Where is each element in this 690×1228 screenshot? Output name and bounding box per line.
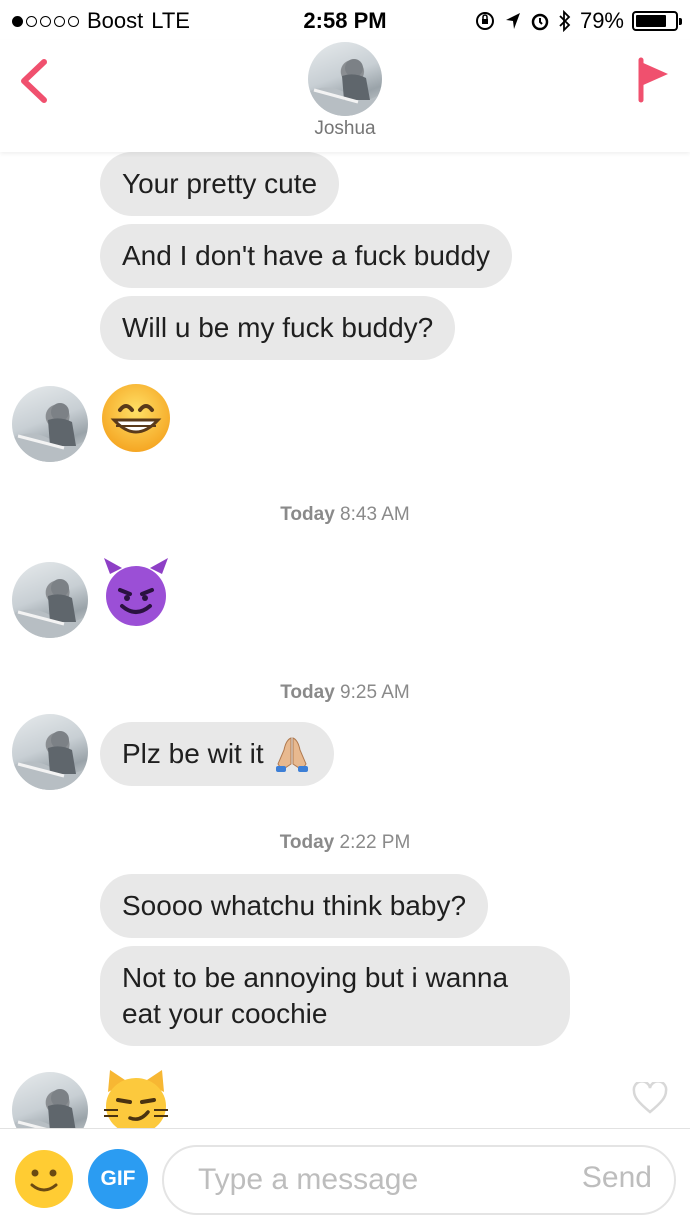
battery-icon [632, 11, 682, 31]
contact-name[interactable]: Joshua [0, 118, 690, 140]
smirking-cat-emoji[interactable] [100, 1066, 172, 1128]
back-button[interactable] [14, 56, 54, 106]
message-input-container[interactable]: Send [162, 1145, 676, 1215]
bluetooth-icon [559, 10, 571, 32]
alarm-icon [531, 13, 549, 31]
battery-percentage: 79% [579, 8, 624, 33]
message-bubble[interactable]: Plz be wit it [100, 722, 334, 786]
message-list[interactable]: Your pretty cute And I don't have a fuck… [0, 152, 690, 1128]
like-heart-icon[interactable] [632, 1082, 668, 1114]
message-text: Soooo whatchu think baby? [122, 890, 467, 921]
send-button[interactable]: Send [582, 1161, 652, 1195]
message-text: Plz be wit it [122, 738, 264, 769]
timestamp: Today 9:25 AM [0, 682, 690, 704]
message-text: And I don't have a fuck buddy [122, 240, 491, 271]
gif-button[interactable]: GIF [88, 1149, 148, 1209]
sender-avatar[interactable] [12, 562, 88, 638]
timestamp-day: Today [280, 504, 335, 525]
folded-hands-emoji [275, 737, 308, 772]
timestamp-time: 9:25 AM [340, 682, 410, 703]
report-button[interactable] [636, 56, 670, 104]
timestamp-time: 8:43 AM [340, 504, 410, 525]
chevron-left-icon [21, 59, 47, 103]
sender-avatar[interactable] [12, 1072, 88, 1128]
sender-avatar[interactable] [12, 714, 88, 790]
emoji-picker-button[interactable] [14, 1149, 74, 1209]
message-text: Will u be my fuck buddy? [122, 312, 434, 343]
timestamp: Today 2:22 PM [0, 832, 690, 854]
message-bubble[interactable]: And I don't have a fuck buddy [100, 224, 513, 288]
message-bubble[interactable]: Your pretty cute [100, 152, 340, 216]
message-input[interactable] [198, 1147, 558, 1213]
timestamp-day: Today [279, 832, 335, 853]
location-arrow-icon [505, 13, 520, 29]
chat-header: Joshua [0, 40, 690, 152]
message-bubble[interactable]: Will u be my fuck buddy? [100, 296, 456, 360]
timestamp-day: Today [280, 682, 335, 703]
status-bar-right: 79% [474, 8, 682, 34]
flag-icon [638, 57, 668, 103]
smiling-devil-emoji[interactable] [100, 556, 172, 628]
timestamp-time: 2:22 PM [339, 832, 411, 853]
rotation-lock-icon [475, 12, 494, 30]
grinning-face-emoji[interactable] [100, 382, 172, 454]
message-text: Your pretty cute [122, 168, 318, 199]
message-bubble[interactable]: Not to be annoying but i wanna eat your … [100, 946, 570, 1046]
status-bar: Boost LTE 2:58 PM 79% [0, 0, 690, 40]
timestamp: Today 8:43 AM [0, 504, 690, 526]
message-text: Not to be annoying but i wanna eat your … [122, 962, 509, 1029]
message-composer: GIF Send [0, 1128, 690, 1228]
message-bubble[interactable]: Soooo whatchu think baby? [100, 874, 489, 938]
sender-avatar[interactable] [12, 386, 88, 462]
contact-avatar[interactable] [308, 42, 382, 116]
